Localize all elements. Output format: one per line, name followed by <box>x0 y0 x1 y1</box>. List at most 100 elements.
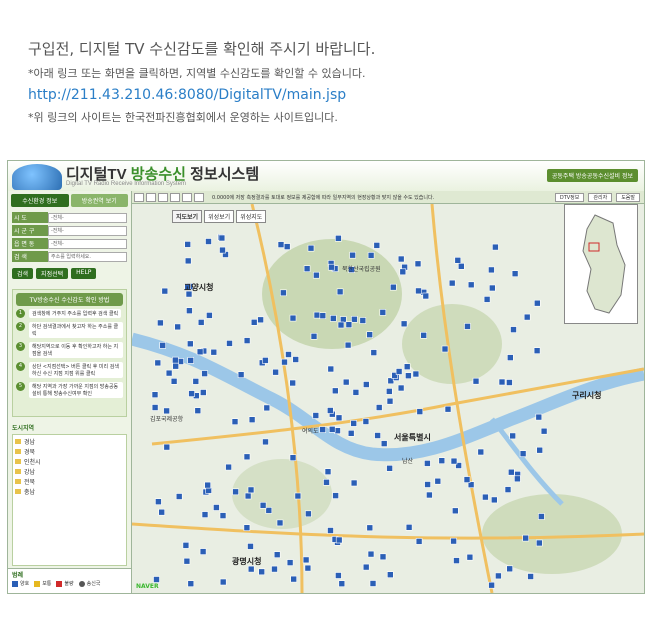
reception-marker[interactable] <box>466 553 474 561</box>
reception-marker[interactable] <box>424 460 431 467</box>
reception-marker[interactable] <box>159 342 167 349</box>
reception-marker[interactable] <box>313 311 321 319</box>
reception-marker[interactable] <box>205 238 212 245</box>
reception-marker[interactable] <box>258 568 265 576</box>
reception-marker[interactable] <box>488 284 496 292</box>
reception-marker[interactable] <box>370 349 378 356</box>
reception-marker[interactable] <box>414 260 422 268</box>
reception-marker[interactable] <box>186 340 194 348</box>
reception-marker[interactable] <box>259 501 267 509</box>
reception-marker[interactable] <box>237 371 245 378</box>
reception-marker[interactable] <box>350 420 357 427</box>
reception-marker[interactable] <box>265 507 273 514</box>
reception-marker[interactable] <box>349 251 356 259</box>
help-tab[interactable]: 도움말 <box>616 193 640 202</box>
reception-marker[interactable] <box>302 556 310 564</box>
reception-marker[interactable] <box>183 557 191 565</box>
reception-marker[interactable] <box>405 523 413 531</box>
reception-marker[interactable] <box>387 571 394 579</box>
map-view-tab[interactable]: 지도보기 <box>172 210 203 223</box>
reception-marker[interactable] <box>510 326 517 333</box>
reception-marker[interactable] <box>304 564 312 572</box>
reception-marker[interactable] <box>511 270 519 277</box>
reception-marker[interactable] <box>397 255 405 263</box>
reception-marker[interactable] <box>374 432 381 439</box>
tab-reception-info[interactable]: 수신환경 정보 <box>11 194 69 207</box>
dtv-info-tab[interactable]: DTV정보 <box>554 193 585 202</box>
reception-marker[interactable] <box>328 426 336 433</box>
reception-marker[interactable] <box>174 323 182 331</box>
reception-marker[interactable] <box>454 256 462 264</box>
reception-marker[interactable] <box>219 578 227 586</box>
reception-marker[interactable] <box>395 368 403 375</box>
reception-marker[interactable] <box>389 283 397 291</box>
reception-marker[interactable] <box>438 457 446 464</box>
reception-marker[interactable] <box>294 492 302 500</box>
reception-marker[interactable] <box>312 412 320 419</box>
reception-marker[interactable] <box>426 491 433 499</box>
reception-marker[interactable] <box>187 580 195 588</box>
reception-marker[interactable] <box>172 362 180 370</box>
reception-marker[interactable] <box>286 559 294 566</box>
reception-marker[interactable] <box>342 378 350 386</box>
reception-marker[interactable] <box>362 418 370 425</box>
reception-marker[interactable] <box>199 548 207 555</box>
reception-marker[interactable] <box>506 354 514 361</box>
reception-marker[interactable] <box>247 543 254 550</box>
reception-marker[interactable] <box>155 498 162 506</box>
reception-marker[interactable] <box>367 550 375 558</box>
reception-marker[interactable] <box>533 347 541 354</box>
reception-marker[interactable] <box>457 262 465 270</box>
reception-marker[interactable] <box>514 475 521 483</box>
reception-marker[interactable] <box>172 356 179 364</box>
reception-marker[interactable] <box>366 524 374 532</box>
reception-marker[interactable] <box>527 573 534 580</box>
tree-item[interactable]: 인천시 <box>15 457 124 466</box>
reception-marker[interactable] <box>488 581 495 589</box>
reception-marker[interactable] <box>477 448 485 456</box>
reception-marker[interactable] <box>522 534 530 542</box>
reception-marker[interactable] <box>482 493 489 501</box>
reception-marker[interactable] <box>506 379 513 386</box>
reception-marker[interactable] <box>492 243 499 251</box>
reception-marker[interactable] <box>319 426 326 433</box>
reception-marker[interactable] <box>523 313 531 321</box>
reception-marker[interactable] <box>200 389 207 396</box>
reception-marker[interactable] <box>535 413 543 421</box>
reception-marker[interactable] <box>163 443 171 451</box>
reception-marker[interactable] <box>194 407 202 414</box>
reception-marker[interactable] <box>272 368 279 376</box>
reception-marker[interactable] <box>416 408 424 415</box>
reception-marker[interactable] <box>262 357 269 364</box>
reception-marker[interactable] <box>213 504 220 511</box>
reception-marker[interactable] <box>538 513 545 520</box>
reception-marker[interactable] <box>257 316 264 324</box>
reception-marker[interactable] <box>347 430 355 437</box>
reception-marker[interactable] <box>403 363 411 370</box>
reception-marker[interactable] <box>184 257 192 265</box>
reception-marker[interactable] <box>250 319 258 326</box>
reception-marker[interactable] <box>386 397 394 405</box>
reception-marker[interactable] <box>504 486 512 493</box>
reception-marker[interactable] <box>324 468 332 476</box>
reception-marker[interactable] <box>151 391 159 398</box>
reception-marker[interactable] <box>218 234 226 242</box>
reception-marker[interactable] <box>386 388 393 395</box>
reception-marker[interactable] <box>310 333 318 340</box>
reception-marker[interactable] <box>187 357 195 364</box>
reception-marker[interactable] <box>231 418 239 425</box>
reception-marker[interactable] <box>405 372 412 379</box>
reception-marker[interactable] <box>350 479 358 487</box>
reception-marker[interactable] <box>161 287 169 295</box>
reception-marker[interactable] <box>277 241 285 248</box>
measure-icon[interactable] <box>170 192 180 202</box>
reception-marker[interactable] <box>533 299 541 307</box>
reception-marker[interactable] <box>397 384 405 392</box>
sigungu-select[interactable]: -전체- <box>48 225 127 236</box>
reception-marker[interactable] <box>506 565 514 573</box>
reception-marker[interactable] <box>519 450 527 457</box>
reception-marker[interactable] <box>451 507 459 515</box>
reception-marker[interactable] <box>345 321 353 328</box>
hybrid-view-tab[interactable]: 위성지도 <box>236 210 267 223</box>
reception-marker[interactable] <box>336 288 344 296</box>
